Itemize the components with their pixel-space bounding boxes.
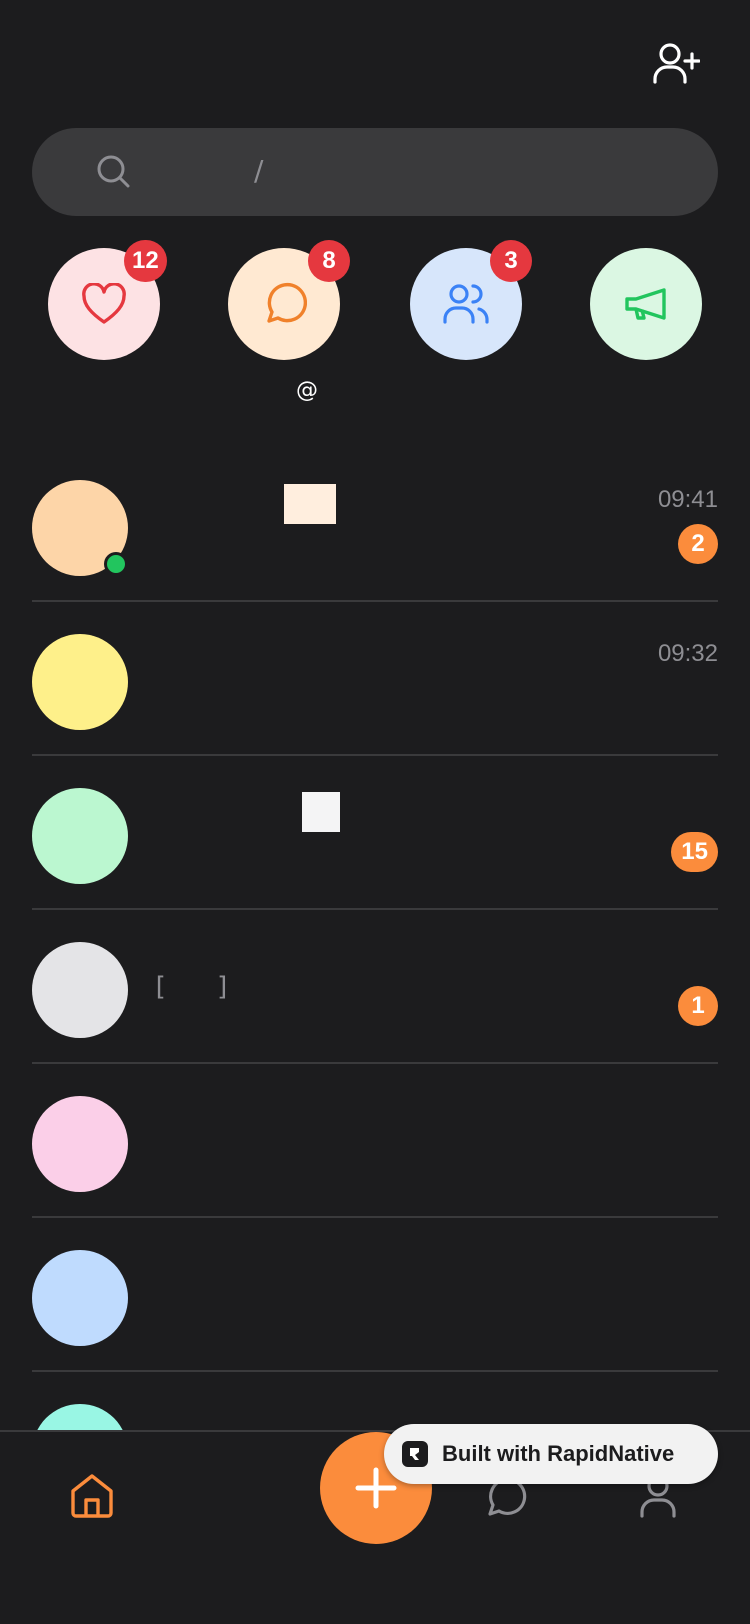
megaphone-icon (625, 288, 666, 320)
likes-badge: 12 (124, 240, 167, 282)
avatar (32, 634, 128, 730)
search-shortcut: / (254, 154, 264, 187)
built-with-badge[interactable]: Built with RapidNative (384, 1424, 718, 1484)
timestamp: 09:41 (657, 486, 718, 513)
avatar (32, 1096, 128, 1192)
mention-label: @ (296, 378, 318, 403)
conversation-row[interactable] (32, 1218, 718, 1372)
likes-button[interactable]: 12 (48, 240, 167, 360)
conversation-row[interactable]: 09:41 2 (32, 448, 718, 602)
conversation-row[interactable]: [ ] 1 (32, 910, 718, 1064)
conversation-row[interactable] (32, 1064, 718, 1218)
comments-button[interactable]: 8 (228, 240, 350, 360)
followers-badge: 3 (490, 240, 532, 282)
users-icon (443, 284, 489, 324)
rapidnative-logo-icon (402, 1441, 428, 1467)
online-indicator (104, 552, 128, 576)
search-icon (97, 155, 130, 188)
add-friend-button[interactable] (650, 40, 702, 88)
nav-home[interactable] (64, 1468, 120, 1524)
chat-bubble-icon (267, 282, 307, 323)
timestamp: 09:32 (657, 640, 718, 667)
emoji-thumbnail (284, 484, 336, 524)
unread-badge: 15 (671, 832, 718, 872)
avatar (32, 788, 128, 884)
conversation-row[interactable]: 09:32 (32, 602, 718, 756)
heart-icon (82, 283, 126, 324)
user-plus-icon (653, 43, 700, 84)
message-preview: [ ] (152, 972, 247, 1002)
announcements-button[interactable] (590, 248, 702, 360)
home-icon (71, 1474, 113, 1518)
search-bar[interactable]: / (32, 128, 718, 216)
emoji-thumbnail (302, 792, 340, 832)
followers-button[interactable]: 3 (410, 240, 532, 360)
conversation-row[interactable]: 15 (32, 756, 718, 910)
avatar (32, 1250, 128, 1346)
unread-badge: 2 (678, 524, 718, 564)
unread-badge: 1 (678, 986, 718, 1026)
comments-badge: 8 (308, 240, 350, 282)
avatar (32, 942, 128, 1038)
built-with-label: Built with RapidNative (442, 1441, 675, 1466)
